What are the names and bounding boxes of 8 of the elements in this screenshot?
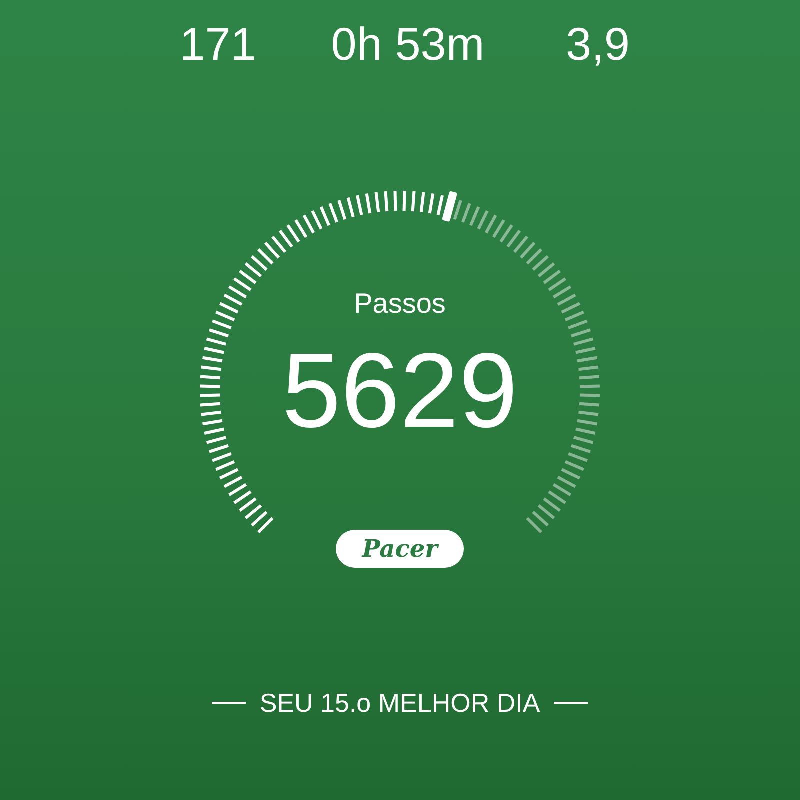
gauge-needle	[442, 191, 458, 222]
steps-count: 5629	[282, 331, 518, 451]
pacer-logo-badge: Pacer	[336, 530, 464, 568]
steps-label: Passos	[354, 287, 446, 321]
stat-value: 3,9	[566, 17, 630, 72]
best-day-caption: SEU 15.o MELHOR DIA	[260, 687, 540, 720]
stat-value: 0h 53m	[331, 17, 485, 72]
stat-value: 171	[180, 17, 256, 72]
